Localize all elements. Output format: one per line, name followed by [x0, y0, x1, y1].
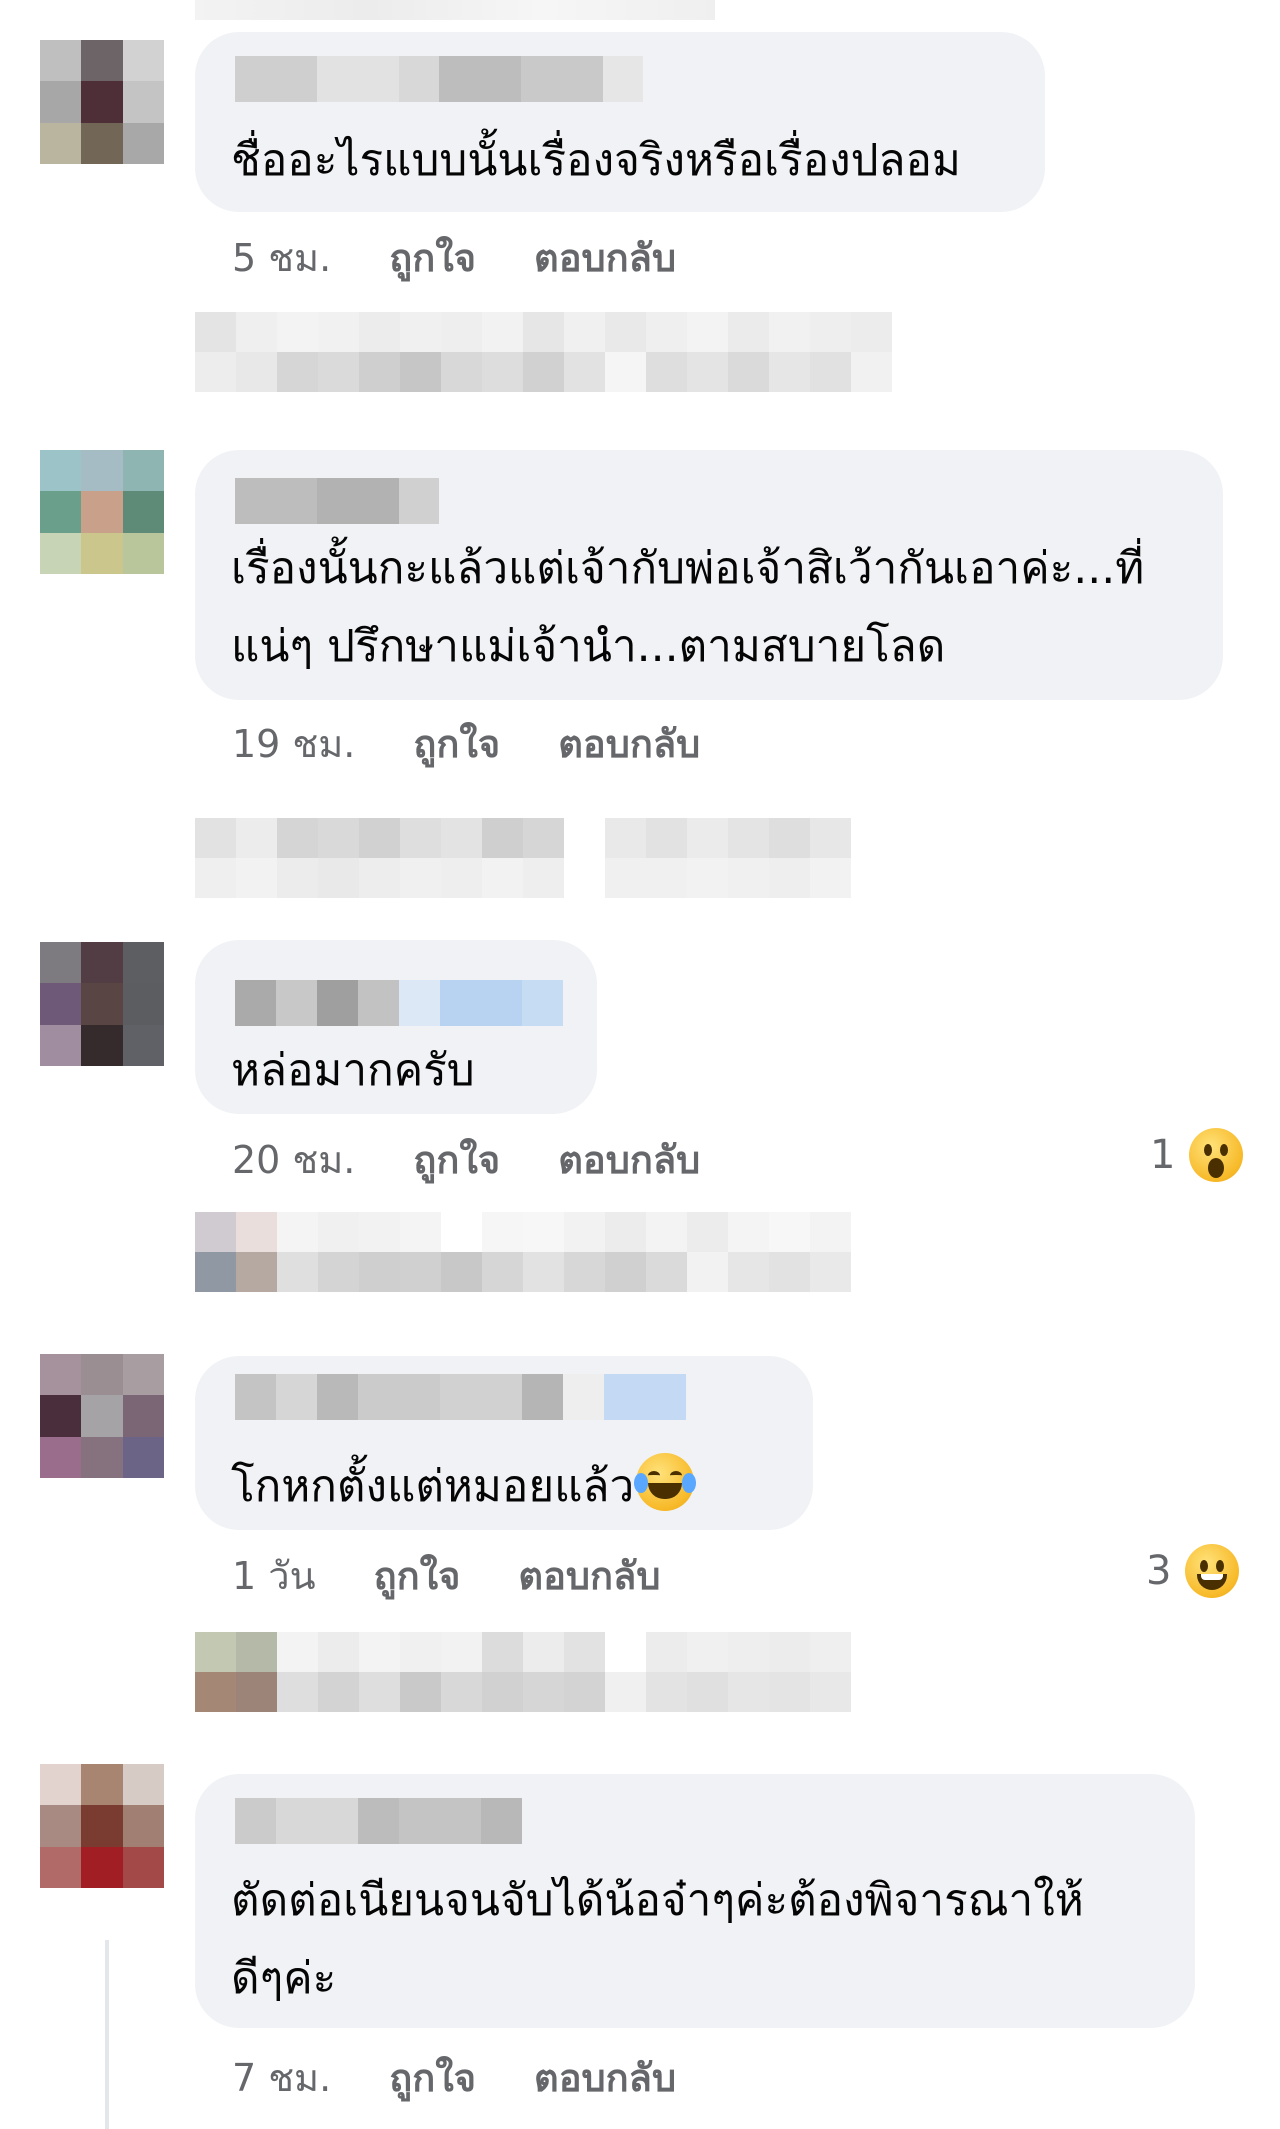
like-button[interactable]: ถูกใจ — [389, 2047, 476, 2108]
reply-button[interactable]: ตอบกลับ — [558, 1129, 700, 1190]
comment-timestamp[interactable]: 5 ชม. — [232, 227, 331, 288]
like-button[interactable]: ถูกใจ — [374, 1545, 461, 1606]
comment-text-body: โกหกตั้งแต่หมอยแล้ว — [231, 1461, 635, 1512]
like-button[interactable]: ถูกใจ — [413, 1129, 500, 1190]
comment-text: เรื่องนั้นกะแล้วแต่เจ้ากับพ่อเจ้าสิเว้าก… — [231, 543, 1145, 672]
reaction-count: 1 — [1150, 1132, 1176, 1178]
reply-button[interactable]: ตอบกลับ — [534, 2047, 676, 2108]
reply-button[interactable]: ตอบกลับ — [518, 1545, 660, 1606]
comment-text: โกหกตั้งแต่หมอยแล้ว — [231, 1448, 785, 1526]
blurred-reply-preview[interactable] — [195, 312, 892, 392]
avatar[interactable] — [40, 40, 164, 164]
wow-reaction-icon — [1189, 1128, 1244, 1182]
comment-timestamp[interactable]: 7 ชม. — [232, 2047, 331, 2108]
reaction-summary[interactable]: 3 — [1146, 1544, 1240, 1598]
comment-bubble: โกหกตั้งแต่หมอยแล้ว — [195, 1356, 813, 1530]
avatar[interactable] — [40, 450, 164, 574]
comment-timestamp[interactable]: 1 วัน — [232, 1545, 316, 1606]
comment-timestamp[interactable]: 19 ชม. — [232, 713, 355, 774]
comment-text: ชื่ออะไรแบบนั้นเรื่องจริงหรือเรื่องปลอม — [231, 135, 961, 186]
comment-bubble: เรื่องนั้นกะแล้วแต่เจ้ากับพ่อเจ้าสิเว้าก… — [195, 450, 1223, 700]
blurred-author-name[interactable] — [235, 478, 439, 524]
comment-actions: 20 ชม. ถูกใจ ตอบกลับ — [232, 1134, 700, 1184]
reply-button[interactable]: ตอบกลับ — [534, 227, 676, 288]
like-button[interactable]: ถูกใจ — [389, 227, 476, 288]
comment-actions: 19 ชม. ถูกใจ ตอบกลับ — [232, 718, 700, 768]
reply-thread-line — [105, 1940, 109, 2129]
reaction-count: 3 — [1146, 1548, 1172, 1594]
comment-text: หล่อมากครับ — [231, 1045, 475, 1096]
blurred-reply-preview[interactable] — [195, 1632, 851, 1712]
avatar[interactable] — [40, 942, 164, 1066]
comment-actions: 1 วัน ถูกใจ ตอบกลับ — [232, 1550, 660, 1600]
blurred-author-name[interactable] — [235, 1374, 686, 1420]
haha-reaction-icon — [1185, 1544, 1240, 1598]
comment-bubble: หล่อมากครับ — [195, 940, 597, 1114]
blurred-author-name[interactable] — [235, 1798, 522, 1844]
comment-actions: 7 ชม. ถูกใจ ตอบกลับ — [232, 2052, 676, 2102]
comment-bubble: ตัดต่อเนียนจนจับได้น้อจ๋าๆค่ะต้องพิจารณา… — [195, 1774, 1195, 2028]
reply-button[interactable]: ตอบกลับ — [558, 713, 700, 774]
blurred-reply-preview[interactable] — [195, 1212, 851, 1292]
comment-text: ตัดต่อเนียนจนจับได้น้อจ๋าๆค่ะต้องพิจารณา… — [231, 1875, 1084, 2004]
avatar[interactable] — [40, 1354, 164, 1478]
comment-bubble: ชื่ออะไรแบบนั้นเรื่องจริงหรือเรื่องปลอม — [195, 32, 1045, 212]
blurred-header-strip — [195, 0, 715, 20]
avatar[interactable] — [40, 1764, 164, 1888]
comment-timestamp[interactable]: 20 ชม. — [232, 1129, 355, 1190]
reaction-summary[interactable]: 1 — [1150, 1128, 1244, 1182]
blurred-author-name[interactable] — [235, 56, 643, 102]
blurred-author-name[interactable] — [235, 980, 563, 1026]
blurred-reply-preview[interactable] — [195, 818, 851, 898]
like-button[interactable]: ถูกใจ — [413, 713, 500, 774]
comment-actions: 5 ชม. ถูกใจ ตอบกลับ — [232, 232, 676, 282]
laughing-tears-emoji-icon — [634, 1453, 697, 1511]
